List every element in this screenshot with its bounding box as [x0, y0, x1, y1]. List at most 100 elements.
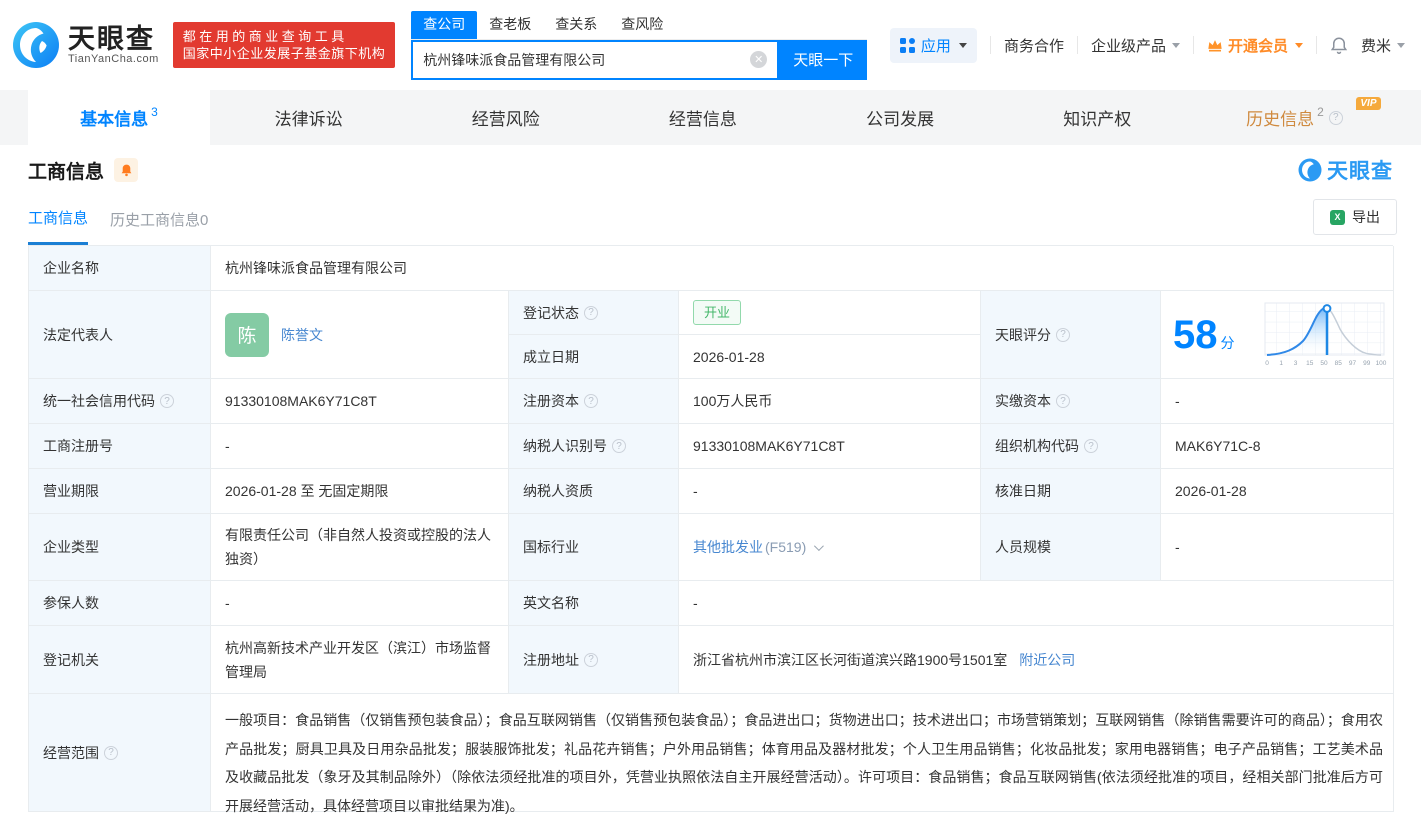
vip-badge: VIP — [1356, 97, 1381, 110]
reg-status-label: 登记状态 — [509, 291, 679, 335]
svg-text:1: 1 — [1279, 360, 1283, 367]
insured-count-value: - — [211, 581, 509, 626]
search-input-box — [411, 39, 780, 80]
caret-down-icon — [958, 42, 967, 48]
reg-authority-value: 杭州高新技术产业开发区（滨江）市场监督管理局 — [211, 626, 509, 694]
paid-capital-value: - — [1161, 379, 1394, 424]
crown-icon — [1208, 39, 1222, 51]
subtab-bar: 工商信息 历史工商信息0 导出 — [0, 195, 1421, 245]
paid-capital-label: 实缴资本 — [981, 379, 1161, 424]
caret-down-icon — [1294, 42, 1303, 48]
nav-enterprise-products[interactable]: 企业级产品 — [1091, 35, 1180, 56]
divider — [1076, 36, 1078, 54]
svg-text:85: 85 — [1335, 360, 1343, 367]
search-tab-boss[interactable]: 查老板 — [477, 11, 543, 39]
approval-date-label: 核准日期 — [981, 469, 1161, 514]
subtab-business-info[interactable]: 工商信息 — [28, 207, 89, 245]
export-label: 导出 — [1352, 209, 1380, 225]
staff-size-label: 人员规模 — [981, 514, 1161, 581]
search-type-tabs: 查公司 查老板 查关系 查风险 — [411, 10, 868, 40]
industry-label: 国标行业 — [509, 514, 679, 581]
search-button[interactable]: 天眼一下 — [779, 39, 868, 80]
reg-capital-value: 100万人民币 — [679, 379, 981, 424]
tab-company-development[interactable]: 公司发展 — [802, 90, 999, 145]
help-icon[interactable] — [612, 439, 626, 453]
tab-operating-info[interactable]: 经营信息 — [604, 90, 801, 145]
tianyancha-swirl-icon — [13, 22, 59, 68]
company-tab-bar: 基本信息3 法律诉讼 经营风险 经营信息 公司发展 知识产权 历史信息2 VIP — [0, 90, 1421, 145]
industry-code: (F519) — [765, 539, 807, 555]
search-tab-company[interactable]: 查公司 — [411, 10, 478, 39]
org-code-label: 组织机构代码 — [981, 424, 1161, 469]
company-name-label: 企业名称 — [29, 246, 211, 291]
subtab-history-business-info[interactable]: 历史工商信息0 — [110, 209, 208, 230]
tab-operating-risk[interactable]: 经营风险 — [407, 90, 604, 145]
watermark-logo: 天眼查 — [1298, 155, 1393, 185]
business-scope-value: 一般项目：食品销售（仅销售预包装食品）；食品互联网销售（仅销售预包装食品）；食品… — [211, 694, 1394, 814]
help-icon[interactable] — [584, 305, 598, 320]
score-label: 天眼评分 — [981, 291, 1161, 379]
help-icon[interactable] — [584, 394, 598, 408]
excel-icon — [1330, 209, 1345, 225]
promo-banner: 都在用的商业查询工具 国家中小企业发展子基金旗下机构 — [172, 22, 396, 68]
company-type-value: 有限责任公司（非自然人投资或控股的法人独资） — [211, 514, 509, 581]
vip-label: 开通会员 — [1227, 37, 1288, 55]
english-name-label: 英文名称 — [509, 581, 679, 626]
score-cell[interactable]: 58 分 0 1 3 15 50 85 97 99 100 — [1161, 291, 1394, 379]
tianyancha-swirl-icon — [1298, 158, 1322, 182]
legal-rep-link[interactable]: 陈誉文 — [281, 325, 323, 345]
chevron-down-icon[interactable] — [814, 540, 825, 551]
score-value: 58 — [1173, 312, 1218, 357]
user-menu[interactable]: 费米 — [1361, 35, 1405, 56]
open-vip-link[interactable]: 开通会员 — [1207, 35, 1303, 56]
divider — [1192, 36, 1194, 54]
apps-label: 应用 — [920, 37, 951, 55]
reg-number-value: - — [211, 424, 509, 469]
help-icon[interactable] — [104, 745, 118, 760]
svg-text:3: 3 — [1294, 360, 1298, 367]
search-tab-risk[interactable]: 查风险 — [609, 11, 675, 39]
bell-icon — [121, 164, 131, 177]
business-scope-label: 经营范围 — [29, 694, 211, 812]
help-icon[interactable] — [1084, 439, 1098, 453]
score-unit: 分 — [1220, 334, 1235, 351]
status-badge: 开业 — [693, 300, 742, 325]
nav-cooperation[interactable]: 商务合作 — [1004, 35, 1064, 56]
reg-address-cell: 浙江省杭州市滨江区长河街道滨兴路1900号1501室 附近公司 — [679, 626, 1394, 694]
help-icon[interactable] — [160, 394, 174, 408]
notification-bell-icon[interactable] — [1330, 35, 1348, 55]
clear-icon[interactable] — [750, 51, 768, 68]
reg-address-value: 浙江省杭州市滨江区长河街道滨兴路1900号1501室 — [693, 651, 1008, 668]
svg-text:0: 0 — [1265, 360, 1269, 367]
export-button[interactable]: 导出 — [1313, 199, 1397, 235]
apps-grid-icon — [899, 37, 915, 53]
tianyancha-logo[interactable]: 天眼查 TianYanCha.com — [12, 21, 159, 69]
svg-text:97: 97 — [1349, 360, 1357, 367]
section-header: 工商信息 天眼查 — [0, 145, 1421, 195]
subscribe-bell-button[interactable] — [114, 158, 139, 182]
help-icon[interactable] — [1056, 394, 1070, 408]
industry-link[interactable]: 其他批发业 — [693, 537, 763, 557]
help-icon[interactable] — [1056, 327, 1070, 342]
credit-code-value: 91330108MAK6Y71C8T — [211, 379, 509, 424]
reg-authority-label: 登记机关 — [29, 626, 211, 694]
help-icon[interactable] — [584, 652, 598, 667]
credit-code-label: 统一社会信用代码 — [29, 379, 211, 424]
tab-legal-proceedings[interactable]: 法律诉讼 — [210, 90, 407, 145]
help-icon[interactable] — [1328, 110, 1343, 125]
username: 费米 — [1360, 37, 1391, 55]
nearby-companies-link[interactable]: 附近公司 — [1019, 650, 1075, 670]
caret-down-icon — [1171, 42, 1180, 48]
business-info-table: 企业名称 杭州锋味派食品管理有限公司 法定代表人 陈 陈誉文 登记状态 开业 成… — [28, 245, 1394, 814]
tab-basic-info[interactable]: 基本信息 3 — [28, 90, 210, 145]
divider — [1315, 36, 1317, 54]
legal-rep-avatar[interactable]: 陈 — [225, 312, 269, 357]
search-area: 查公司 查老板 查关系 查风险 天眼一下 — [411, 10, 868, 80]
tab-history-info[interactable]: 历史信息2 VIP — [1196, 90, 1393, 145]
divider — [989, 36, 991, 54]
watermark-text: 天眼查 — [1327, 160, 1393, 183]
tab-intellectual-property[interactable]: 知识产权 — [999, 90, 1196, 145]
search-input[interactable] — [423, 51, 751, 68]
apps-menu[interactable]: 应用 — [889, 27, 977, 63]
search-tab-relation[interactable]: 查关系 — [543, 11, 609, 39]
